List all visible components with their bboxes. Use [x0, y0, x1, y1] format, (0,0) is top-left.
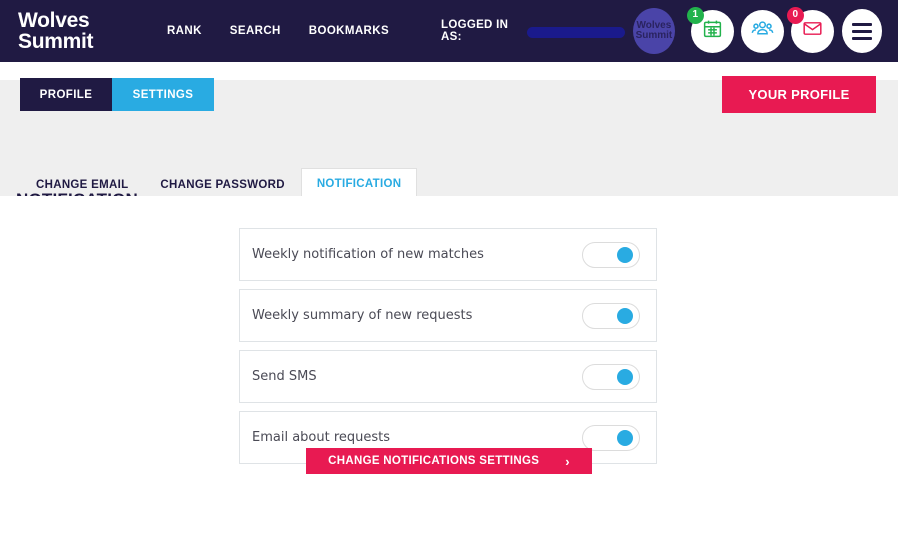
logged-in-label: LOGGED IN AS: [441, 19, 509, 43]
toggle-knob [617, 368, 633, 385]
toggle-knob [617, 246, 633, 263]
toggle-knob [617, 307, 633, 324]
hamburger-bar-2 [851, 29, 872, 33]
logged-in-as: LOGGED IN AS: Wolves Summit [441, 8, 675, 54]
envelope-icon [802, 18, 823, 44]
notification-settings-list: Weekly notification of new matches Weekl… [239, 228, 657, 472]
change-notifications-settings-button[interactable]: CHANGE NOTIFICATIONS SETTINGS › [306, 448, 592, 474]
hamburger-menu-button[interactable] [841, 9, 882, 53]
username-redacted [526, 26, 625, 38]
notification-row: Weekly summary of new requests [239, 289, 657, 342]
messages-button[interactable]: 0 [786, 6, 834, 53]
calendar-button[interactable]: 1 [686, 6, 734, 53]
section-tabs: PROFILE SETTINGS [20, 78, 214, 111]
nav-bookmarks[interactable]: BOOKMARKS [309, 25, 389, 37]
nav-rank[interactable]: RANK [167, 25, 202, 37]
avatar[interactable]: Wolves Summit [632, 8, 675, 54]
notification-row: Send SMS [239, 350, 657, 403]
notification-label: Email about requests [252, 430, 391, 445]
submit-area: CHANGE NOTIFICATIONS SETTINGS › [0, 448, 898, 474]
hamburger-bar-1 [851, 22, 872, 26]
calendar-icon [702, 18, 723, 44]
hamburger-bar-3 [851, 36, 872, 40]
messages-badge: 0 [786, 6, 804, 24]
notification-label: Send SMS [252, 369, 317, 384]
main-content: Weekly notification of new matches Weekl… [0, 196, 898, 552]
toggle-weekly-matches[interactable] [582, 241, 640, 268]
site-logo[interactable]: Wolves Summit [18, 10, 155, 52]
toggle-knob [617, 429, 633, 446]
main-navigation: RANK SEARCH BOOKMARKS [167, 25, 389, 37]
chevron-right-icon: › [565, 453, 570, 469]
notification-row: Weekly notification of new matches [239, 228, 657, 281]
toggle-weekly-requests[interactable] [582, 302, 640, 329]
header-icon-group: 1 0 [686, 6, 834, 53]
toggle-email-requests[interactable] [582, 424, 640, 451]
toggle-send-sms[interactable] [582, 363, 640, 390]
tab-settings[interactable]: SETTINGS [112, 78, 214, 111]
notification-label: Weekly summary of new requests [252, 308, 473, 323]
tab-profile[interactable]: PROFILE [20, 78, 112, 111]
people-button[interactable] [740, 9, 784, 53]
your-profile-button[interactable]: YOUR PROFILE [722, 76, 876, 113]
people-icon [751, 17, 774, 45]
submit-button-label: CHANGE NOTIFICATIONS SETTINGS [328, 455, 540, 467]
notification-label: Weekly notification of new matches [252, 247, 484, 262]
nav-search[interactable]: SEARCH [230, 25, 281, 37]
site-header: Wolves Summit RANK SEARCH BOOKMARKS LOGG… [0, 0, 898, 62]
calendar-badge: 1 [686, 6, 704, 24]
page-header-band: PROFILE SETTINGS YOUR PROFILE NOTIFICATI… [0, 62, 898, 209]
